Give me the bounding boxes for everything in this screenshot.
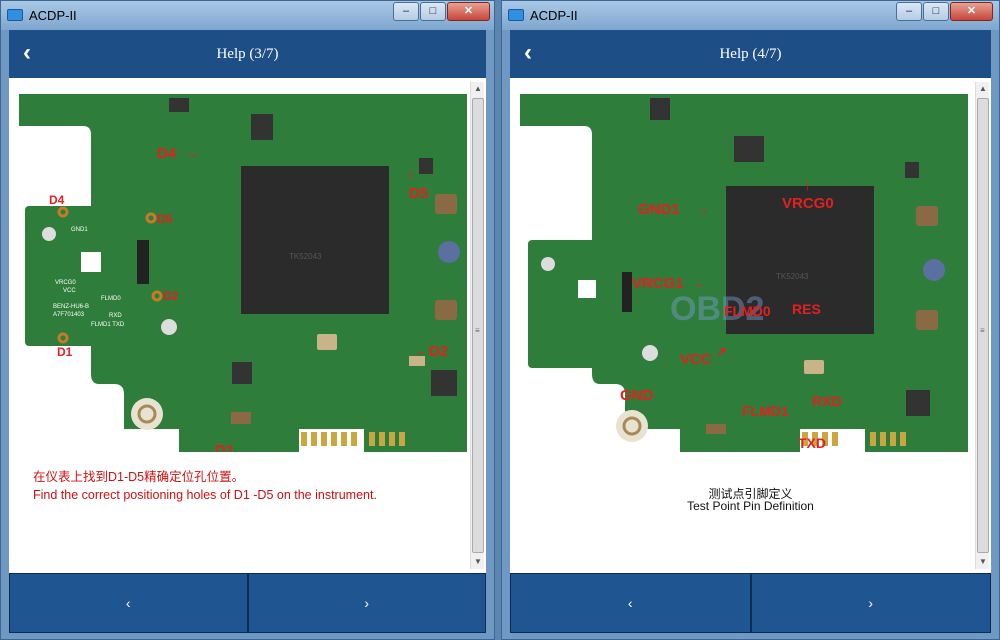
chip-print: TK52043 <box>289 252 322 261</box>
pcb-photo: TK52043 <box>520 94 968 452</box>
pin-label-gnd: GND <box>620 387 654 404</box>
footer-nav: ‹ › <box>510 573 991 633</box>
pin-label-flmd1: FLMD1 <box>742 403 789 419</box>
pin-label-vrcg0: VRCG0 <box>782 195 834 212</box>
scroll-down-icon[interactable]: ▼ <box>471 555 485 569</box>
inset-label-d2: D2 <box>163 289 179 303</box>
pin-label-res: RES <box>792 301 821 317</box>
board-label-d5: D5 <box>409 185 428 202</box>
silk-serial: A7F701403 <box>53 312 85 318</box>
silk-rxd: RXD <box>109 313 122 319</box>
client-area: ‹ Help (4/7) TK52043 OBD2 GND1 → VRCG0 ↑… <box>510 30 991 633</box>
page-title: Help (3/7) <box>216 46 279 62</box>
next-button[interactable]: › <box>247 573 486 633</box>
app-title: ACDP-II <box>530 8 578 23</box>
d2-arrow-icon: ← <box>415 343 429 359</box>
help-header: ‹ Help (3/7) <box>9 30 486 78</box>
board-label-d4: D4 <box>157 145 177 162</box>
pcb-photo: TK52043 <box>19 94 467 452</box>
next-button[interactable]: › <box>750 573 991 633</box>
scroll-thumb[interactable]: ≡ <box>472 98 484 553</box>
d4-arrow-icon: → <box>185 145 199 161</box>
d1-arrow-icon: ← <box>201 442 215 452</box>
d5-arrow-icon: ↑ <box>407 167 414 183</box>
chip-print: TK52043 <box>776 272 809 281</box>
inset-label-d1: D1 <box>57 345 73 359</box>
app-icon <box>508 9 524 21</box>
pin-label-gnd1: GND1 <box>638 201 680 218</box>
inset-label-d4: D4 <box>49 193 65 207</box>
pin-label-flmd0: FLMD0 <box>724 303 771 319</box>
pin-label-vrcg1: VRCG1 <box>632 275 684 292</box>
page-title: Help (4/7) <box>719 46 782 62</box>
gnd1-arrow-icon: → <box>696 202 709 217</box>
silk-part: BENZ-HU6-B <box>53 304 89 310</box>
caption-english: Find the correct positioning holes of D1… <box>33 488 377 502</box>
silk-vcc: VCC <box>63 288 76 294</box>
inset-label-d5: D5 <box>157 212 173 226</box>
pin-label-rxd: RXD <box>812 393 842 409</box>
scroll-down-icon[interactable]: ▼ <box>976 555 990 569</box>
silk-vrcg: VRCG0 <box>55 280 76 286</box>
close-button[interactable]: ✕ <box>447 2 490 21</box>
help-header: ‹ Help (4/7) <box>510 30 991 78</box>
help-content: TK52043 <box>510 78 991 573</box>
vrcg0-arrow-icon: ↑ <box>804 178 811 193</box>
scroll-thumb[interactable]: ≡ <box>977 98 989 553</box>
caption-chinese: 在仪表上找到D1-D5精确定位孔位置。 <box>33 470 245 484</box>
client-area: ‹ Help (3/7) TK52043 VRCG0 GND1 VCC FLMD… <box>9 30 486 633</box>
grip-icon: ≡ <box>475 325 480 335</box>
minimize-button[interactable]: – <box>393 2 419 21</box>
title-bar[interactable]: ACDP-II – □ ✕ <box>1 1 494 30</box>
prev-button[interactable]: ‹ <box>9 573 248 633</box>
minimize-button[interactable]: – <box>896 2 922 21</box>
scroll-up-icon[interactable]: ▲ <box>976 82 990 96</box>
help-content: TK52043 <box>9 78 486 573</box>
vertical-scrollbar[interactable]: ▲ ≡ ▼ <box>470 82 484 569</box>
pin-label-vcc: VCC <box>680 351 712 368</box>
caption-english: Test Point Pin Definition <box>687 499 814 513</box>
footer-nav: ‹ › <box>9 573 486 633</box>
vertical-scrollbar[interactable]: ▲ ≡ ▼ <box>975 82 989 569</box>
title-bar[interactable]: ACDP-II – □ ✕ <box>502 1 999 30</box>
mcu-chip <box>241 166 389 314</box>
scroll-up-icon[interactable]: ▲ <box>471 82 485 96</box>
app-title: ACDP-II <box>29 8 77 23</box>
board-label-d2: D2 <box>429 343 448 360</box>
app-icon <box>7 9 23 21</box>
window-left: ACDP-II – □ ✕ ‹ Help (3/7) TK52043 VRCG0… <box>0 0 495 640</box>
vcc-arrow-icon: ↗ <box>716 344 727 359</box>
grip-icon: ≡ <box>980 325 985 335</box>
maximize-button[interactable]: □ <box>420 2 446 21</box>
window-right: ACDP-II – □ ✕ ‹ Help (4/7) TK52043 OBD2 … <box>501 0 1000 640</box>
pin-label-txd: TXD <box>798 435 826 451</box>
silk-flmd1: FLMD1 TXD <box>91 322 125 328</box>
prev-button[interactable]: ‹ <box>510 573 751 633</box>
maximize-button[interactable]: □ <box>923 2 949 21</box>
board-label-d1: D1 <box>215 442 234 452</box>
close-button[interactable]: ✕ <box>950 2 993 21</box>
vrcg1-arrow-icon: → <box>692 276 705 291</box>
silk-flmd: FLMD0 <box>101 296 121 302</box>
silk-gnd: GND1 <box>71 227 88 233</box>
